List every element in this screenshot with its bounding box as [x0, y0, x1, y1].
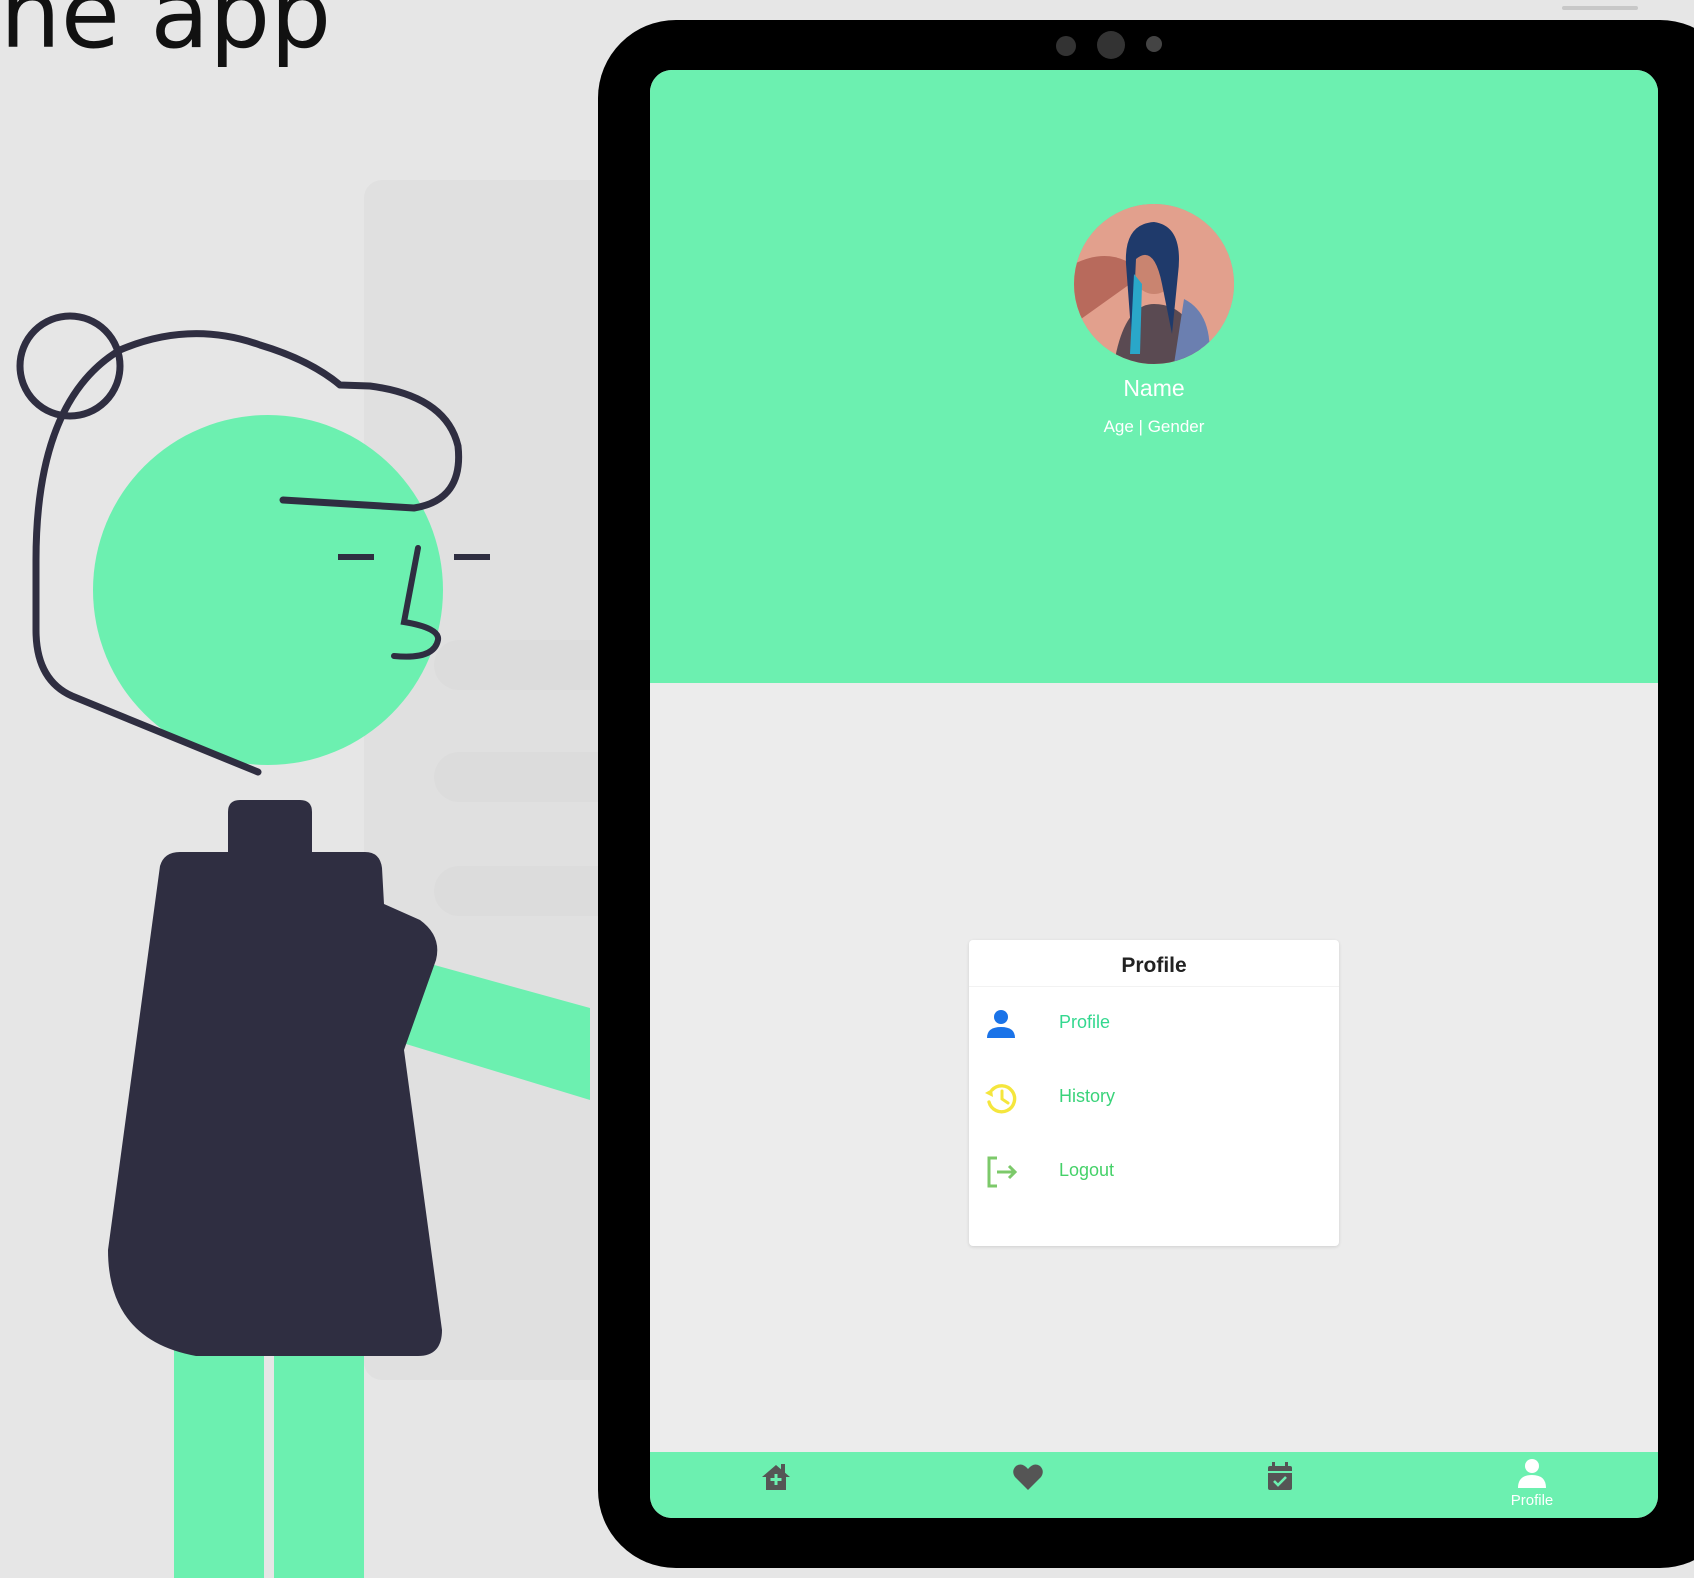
menu-item-label: Profile: [1059, 1012, 1111, 1032]
calendar-check-icon: [1268, 1462, 1292, 1490]
menu-item-history[interactable]: History: [969, 1074, 1339, 1124]
nav-profile[interactable]: Profile: [1472, 1452, 1592, 1518]
camera-lens: [1097, 31, 1125, 59]
card-divider: [969, 986, 1339, 987]
profile-header: Name Age | Gender: [650, 70, 1658, 683]
sensor-dot: [1146, 36, 1162, 52]
menu-item-logout[interactable]: Logout: [969, 1148, 1339, 1198]
bottom-nav: Profile: [650, 1452, 1658, 1518]
menu-item-label: History: [1059, 1086, 1116, 1106]
card-title: Profile: [1121, 954, 1187, 977]
nav-home[interactable]: [716, 1452, 836, 1518]
history-icon: [985, 1084, 1017, 1114]
sensor-dot: [1056, 36, 1076, 56]
menu-item-profile[interactable]: Profile: [969, 1000, 1339, 1050]
nav-favorites[interactable]: [968, 1452, 1088, 1518]
person-illustration: [16, 312, 590, 1578]
avatar-image: [1074, 204, 1234, 364]
home-plus-icon: [762, 1464, 790, 1490]
person-icon: [987, 1010, 1015, 1038]
app-screen: Name Age | Gender Profile Profile Histor: [650, 70, 1658, 1518]
avatar[interactable]: [1074, 204, 1234, 364]
tablet-device: Name Age | Gender Profile Profile Histor: [598, 20, 1694, 1568]
heart-icon: [1013, 1464, 1043, 1490]
nav-appointments[interactable]: [1220, 1452, 1340, 1518]
profile-name: Name: [1123, 375, 1185, 401]
logout-icon: [987, 1156, 1018, 1188]
profile-subinfo: Age | Gender: [1103, 417, 1205, 436]
profile-menu-card: Profile Profile History Logout: [969, 940, 1339, 1246]
person-icon: [1518, 1459, 1546, 1488]
menu-item-label: Logout: [1059, 1160, 1115, 1180]
nav-label: Profile: [1510, 1492, 1554, 1509]
window-handle: [1562, 6, 1638, 10]
